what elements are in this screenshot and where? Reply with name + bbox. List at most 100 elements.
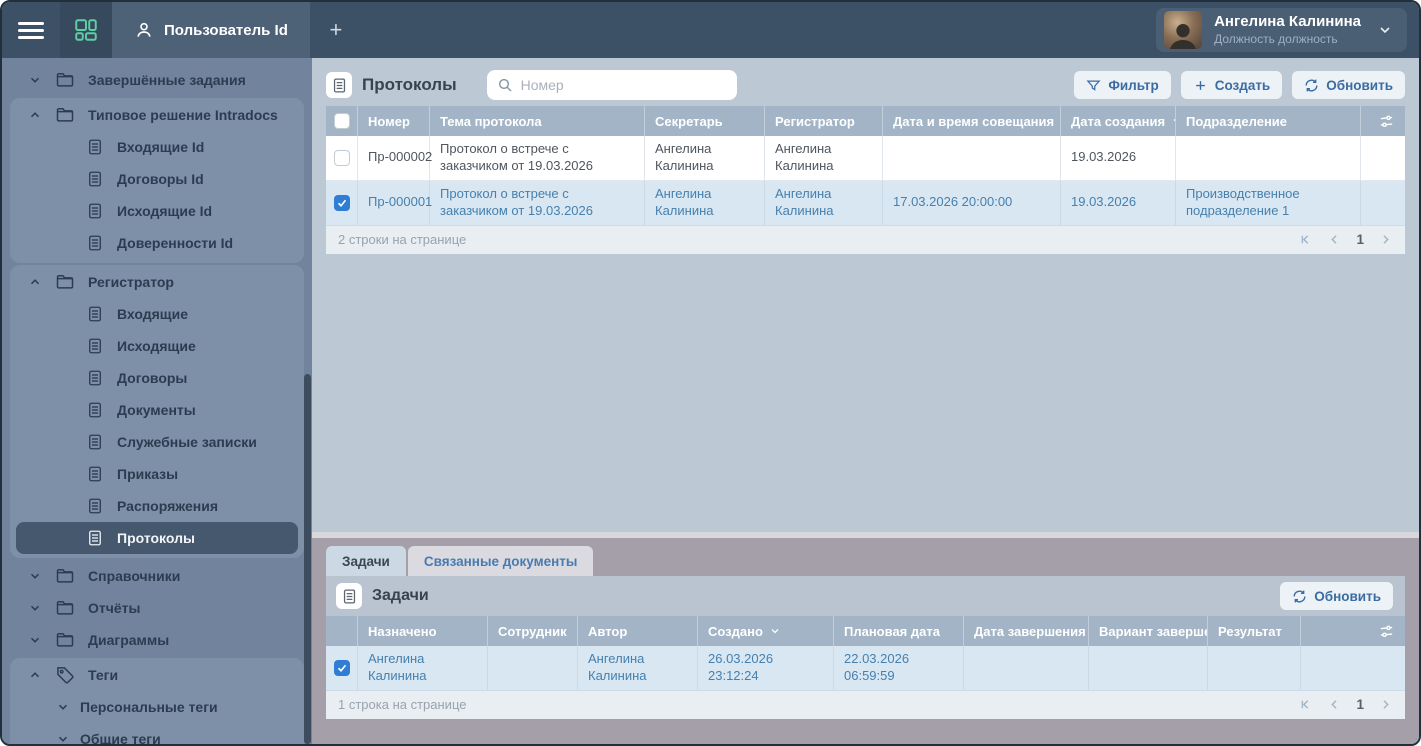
sidebar-item-common-tags[interactable]: Общие теги	[10, 723, 304, 744]
filter-button-label: Фильтр	[1108, 77, 1159, 93]
sidebar-item-diagrams[interactable]: Диаграммы	[10, 624, 304, 656]
chevron-down-icon	[56, 732, 70, 744]
sidebar-item-outgoing-id[interactable]: Исходящие Id	[16, 195, 298, 227]
document-icon	[86, 401, 104, 419]
chevron-down-icon	[28, 73, 42, 87]
row-checkbox-checked[interactable]	[333, 659, 350, 676]
cell-registrar: Ангелина Калинина	[765, 136, 883, 181]
sidebar-item-orders[interactable]: Приказы	[16, 458, 298, 490]
search-input[interactable]	[520, 77, 727, 93]
tab-user-id[interactable]: Пользователь Id	[112, 2, 310, 58]
sidebar-item-reports[interactable]: Отчёты	[10, 592, 304, 624]
column-header[interactable]: Номер	[358, 106, 430, 136]
sidebar-item-registrar[interactable]: Регистратор	[10, 266, 304, 298]
sidebar-item-completed-tasks[interactable]: Завершённые задания	[10, 64, 304, 96]
sidebar-item-intradocs[interactable]: Типовое решение Intradocs	[10, 99, 304, 131]
column-settings-icon[interactable]	[1378, 623, 1395, 640]
user-menu[interactable]: Ангелина Калинина Должность должность	[1156, 8, 1407, 52]
menu-button[interactable]	[2, 2, 60, 58]
main-empty-space	[312, 254, 1419, 532]
new-tab-button[interactable]: +	[310, 2, 362, 58]
tasks-refresh-button[interactable]: Обновить	[1280, 582, 1393, 610]
tasks-actions: Обновить	[1280, 582, 1393, 610]
cell-meeting-date: 17.03.2026 20:00:00	[883, 180, 1061, 226]
sidebar-item-label: Справочники	[88, 568, 181, 584]
folder-icon	[55, 105, 75, 125]
sidebar-item-memos[interactable]: Служебные записки	[16, 426, 298, 458]
tasks-toolbar: Задачи Обновить	[326, 576, 1405, 616]
column-header-sorted[interactable]: Создано	[698, 616, 834, 646]
rows-count-label: 1 строка на странице	[338, 697, 467, 713]
cell-empty	[1301, 646, 1405, 691]
column-header[interactable]: Сотрудник	[488, 616, 578, 646]
column-header[interactable]: Дата завершения	[964, 616, 1089, 646]
cell-division: Производственное подразделение 1	[1176, 180, 1361, 226]
main-area: Протоколы Фильтр Создать	[312, 58, 1419, 744]
protocols-toolbar: Протоколы Фильтр Создать	[326, 64, 1405, 106]
column-header[interactable]: Вариант завершения	[1089, 616, 1208, 646]
sidebar-group-intradocs: Типовое решение Intradocs Входящие Id До…	[10, 98, 304, 263]
select-all-checkbox[interactable]	[333, 113, 350, 129]
sidebar-item-directives[interactable]: Распоряжения	[16, 490, 298, 522]
tab-tasks[interactable]: Задачи	[326, 546, 406, 576]
task-row-selected[interactable]: Ангелина Калинина Ангелина Калинина 26.0…	[326, 646, 1405, 691]
sidebar-group-tags: Теги Персональные теги Общие теги	[10, 658, 304, 744]
next-page-icon[interactable]	[1378, 232, 1393, 247]
toolbar-actions: Фильтр Создать Обновить	[1074, 71, 1405, 99]
row-checkbox[interactable]	[333, 149, 350, 166]
cell-empty	[1361, 136, 1405, 181]
document-icon	[86, 529, 104, 547]
next-page-icon[interactable]	[1378, 697, 1393, 712]
sidebar-item-incoming[interactable]: Входящие	[16, 298, 298, 330]
create-button[interactable]: Создать	[1180, 71, 1283, 99]
column-header[interactable]: Секретарь	[645, 106, 765, 136]
sidebar-item-label: Завершённые задания	[88, 72, 246, 88]
sidebar-item-powers-id[interactable]: Доверенности Id	[16, 227, 298, 259]
row-checkbox-checked[interactable]	[333, 194, 350, 211]
column-header[interactable]: Результат	[1208, 616, 1301, 646]
first-page-icon[interactable]	[1298, 697, 1313, 712]
column-header[interactable]: Подразделение	[1176, 106, 1361, 136]
sidebar-item-protocols[interactable]: Протоколы	[16, 522, 298, 554]
prev-page-icon[interactable]	[1327, 232, 1342, 247]
apps-button[interactable]	[60, 2, 112, 58]
column-header[interactable]: Автор	[578, 616, 698, 646]
sidebar-item-documents[interactable]: Документы	[16, 394, 298, 426]
sidebar-item-outgoing[interactable]: Исходящие	[16, 330, 298, 362]
first-page-icon[interactable]	[1298, 232, 1313, 247]
person-icon	[134, 20, 154, 40]
sidebar-item-incoming-id[interactable]: Входящие Id	[16, 131, 298, 163]
column-header[interactable]: Назначено	[358, 616, 488, 646]
select-all-cell	[326, 106, 358, 136]
sidebar-item-contracts-id[interactable]: Договоры Id	[16, 163, 298, 195]
sidebar-scrollbar[interactable]	[304, 374, 311, 744]
cell-number: Пр-000001	[358, 180, 432, 226]
column-settings-icon[interactable]	[1378, 113, 1395, 130]
column-header[interactable]: Регистратор	[765, 106, 883, 136]
sidebar-item-label: Приказы	[117, 466, 179, 482]
table-row[interactable]: Пр-000002 Протокол о встрече с заказчико…	[326, 136, 1405, 181]
chevron-down-icon	[28, 569, 42, 583]
sidebar-item-references[interactable]: Справочники	[10, 560, 304, 592]
sidebar-item-label: Служебные записки	[117, 434, 257, 450]
tab-related-documents[interactable]: Связанные документы	[407, 546, 594, 576]
sidebar-item-personal-tags[interactable]: Персональные теги	[10, 691, 304, 723]
column-header[interactable]: Плановая дата	[834, 616, 964, 646]
sidebar-item-label: Договоры	[117, 370, 188, 386]
tasks-table-footer: 1 строка на странице 1	[326, 690, 1405, 719]
filter-button[interactable]: Фильтр	[1074, 71, 1171, 99]
tasks-title: Задачи	[372, 587, 429, 604]
table-row-selected[interactable]: Пр-000001 Протокол о встрече с заказчико…	[326, 180, 1405, 226]
sidebar-item-label: Исходящие Id	[117, 203, 213, 219]
sidebar-item-tags[interactable]: Теги	[10, 659, 304, 691]
column-header[interactable]: Тема протокола	[430, 106, 645, 136]
refresh-button[interactable]: Обновить	[1292, 71, 1405, 99]
sidebar-group-registrar: Регистратор Входящие Исходящие Договоры …	[10, 265, 304, 558]
prev-page-icon[interactable]	[1327, 697, 1342, 712]
column-header[interactable]: Дата и время совещания	[883, 106, 1061, 136]
user-position: Должность должность	[1214, 31, 1338, 46]
refresh-icon	[1292, 589, 1307, 604]
sidebar-item-contracts[interactable]: Договоры	[16, 362, 298, 394]
column-header-sorted[interactable]: Дата создания	[1061, 106, 1176, 136]
chevron-down-icon	[1377, 22, 1393, 38]
